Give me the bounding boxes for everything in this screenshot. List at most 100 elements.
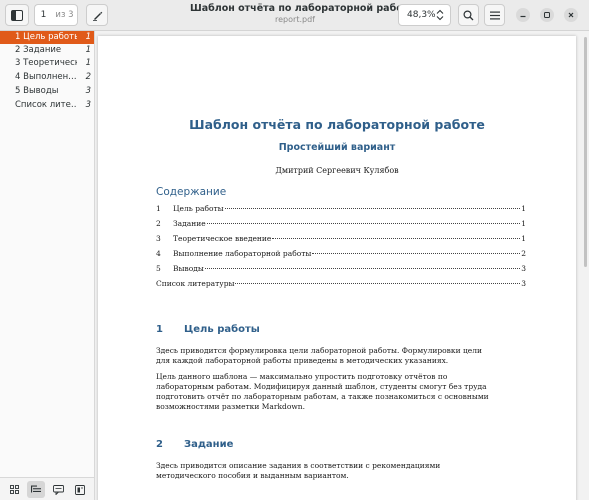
window-title-block: Шаблон отчёта по лабораторной работе rep…: [190, 3, 415, 24]
toc-row[interactable]: 2 Задание 1: [156, 219, 526, 229]
section-heading: 1 Цель работы: [156, 324, 260, 335]
outline-item[interactable]: 3 Теоретическ… 1: [0, 57, 94, 70]
outline-item-page: 1: [85, 45, 91, 55]
vertical-scrollbar[interactable]: [584, 37, 587, 497]
toc-row-text: Задание: [173, 219, 206, 228]
toc-row-text: Цель работы: [173, 204, 224, 213]
maximize-icon: [544, 12, 550, 18]
sidebar-tab-bar: [0, 477, 94, 500]
outline-item-label: 2 Задание: [15, 45, 62, 55]
paragraph: Цель данного шаблона — максимально упрос…: [156, 372, 526, 412]
attachments-tab[interactable]: [71, 481, 89, 498]
annotations-icon: [52, 484, 64, 495]
outline-item-page: 3: [85, 100, 91, 110]
zoom-value: 48,3%: [407, 10, 436, 20]
toc-row-text: Выводы: [173, 264, 204, 273]
outline-item[interactable]: 2 Задание 1: [0, 44, 94, 57]
paragraph: Здесь приводится описание задания в соот…: [156, 461, 526, 481]
outline-item[interactable]: Список лите… 3: [0, 99, 94, 112]
outline-item-page: 1: [85, 58, 91, 68]
outline-item[interactable]: 5 Выводы 3: [0, 85, 94, 98]
maximize-button[interactable]: [540, 8, 554, 22]
toc-row-number: 5: [156, 264, 161, 273]
toc-row-page: 3: [521, 279, 526, 288]
outline-tab[interactable]: [27, 481, 45, 498]
toc-row-page: 1: [521, 234, 526, 243]
outline-item-label: 3 Теоретическ…: [15, 58, 77, 68]
zoom-dropdown[interactable]: 48,3%: [398, 4, 451, 26]
toc-heading: Содержание: [156, 186, 227, 198]
toc-leader: [204, 268, 521, 269]
outline-item-page: 3: [85, 86, 91, 96]
document-subtitle: Простейший вариант: [278, 142, 396, 153]
toc-row-number: 3: [156, 234, 161, 243]
sidebar-toggle-icon: [11, 9, 23, 21]
toc-leader: [224, 208, 521, 209]
toc-row-page: 1: [521, 219, 526, 228]
page-number-input[interactable]: 1: [34, 4, 52, 26]
thumbnails-icon: [9, 485, 19, 494]
paragraph-line: для каждой лабораторной работы приведены…: [156, 356, 449, 365]
outline-item[interactable]: 4 Выполнен… 2: [0, 71, 94, 84]
toc-row[interactable]: 3 Теоретическое введение 1: [156, 234, 526, 244]
page-number-value: 1: [40, 10, 47, 20]
outline-item-page: 1: [85, 32, 91, 42]
minimize-icon: [520, 15, 526, 18]
section-heading: 2 Задание: [156, 439, 233, 450]
section-number: 2: [156, 439, 163, 450]
pdf-page: Шаблон отчёта по лабораторной работе Про…: [98, 36, 576, 500]
window-subtitle: report.pdf: [275, 15, 315, 24]
section-title: Цель работы: [184, 324, 260, 335]
paragraph-line: методического пособия и выданным вариант…: [156, 471, 349, 480]
paragraph-line: Здесь приводится формулировка цели лабор…: [156, 346, 482, 355]
toc-leader: [272, 238, 521, 239]
outline-item-label: 5 Выводы: [15, 86, 59, 96]
search-button[interactable]: [458, 4, 479, 26]
toc-row[interactable]: Список литературы 3: [156, 279, 526, 289]
outline-item-label: 4 Выполнен…: [15, 72, 77, 82]
annotate-button[interactable]: [86, 4, 108, 26]
attachments-icon: [75, 484, 85, 495]
toc-leader: [312, 253, 521, 254]
chevron-up-down-icon: [436, 9, 444, 21]
paragraph-line: Здесь приводится описание задания в соот…: [156, 461, 441, 470]
paragraph-line: возможностями разметки Markdown.: [156, 402, 305, 411]
section-number: 1: [156, 324, 163, 335]
outline-item-page: 2: [85, 72, 91, 82]
menu-icon: [489, 11, 500, 19]
outline-sidebar: 1 Цель работы 1 2 Задание 1 3 Теоретичес…: [0, 31, 95, 500]
toc-row-page: 3: [521, 264, 526, 273]
sidebar-toggle-button[interactable]: [5, 4, 29, 26]
main-menu-button[interactable]: [484, 4, 505, 26]
toc-row-text: Выполнение лабораторной работы: [173, 249, 312, 258]
outline-item[interactable]: 1 Цель работы 1: [0, 31, 94, 44]
toc-row-text: Теоретическое введение: [173, 234, 272, 243]
document-viewport[interactable]: Шаблон отчёта по лабораторной работе Про…: [95, 31, 589, 500]
toc-row-text: Список литературы: [156, 279, 235, 288]
close-icon: [568, 12, 574, 18]
toc-row[interactable]: 4 Выполнение лабораторной работы 2: [156, 249, 526, 259]
toc-row-page: 2: [521, 249, 526, 258]
outline-icon: [31, 485, 41, 493]
toc-row-number: 4: [156, 249, 161, 258]
close-button[interactable]: [564, 8, 578, 22]
window-title: Шаблон отчёта по лабораторной работе: [190, 3, 415, 14]
document-author: Дмитрий Сергеевич Кулябов: [275, 166, 399, 175]
toc-row-number: 1: [156, 204, 161, 213]
section-title: Задание: [184, 439, 234, 450]
outline-item-label: 1 Цель работы: [15, 32, 77, 42]
search-icon: [463, 9, 474, 20]
toc-row[interactable]: 1 Цель работы 1: [156, 204, 526, 214]
document-title: Шаблон отчёта по лабораторной работе: [189, 117, 485, 132]
toc-row-page: 1: [521, 204, 526, 213]
toc-leader: [206, 223, 521, 224]
paragraph-line: лабораторным работам. Модифицируя данный…: [156, 382, 487, 391]
page-count-label: из 3: [52, 4, 78, 26]
minimize-button[interactable]: [516, 8, 530, 22]
outline-item-label: Список лите…: [15, 100, 77, 110]
annotations-tab[interactable]: [49, 481, 67, 498]
paragraph: Здесь приводится формулировка цели лабор…: [156, 346, 526, 366]
toc-row[interactable]: 5 Выводы 3: [156, 264, 526, 274]
toc-leader: [235, 283, 521, 284]
thumbnails-tab[interactable]: [5, 481, 23, 498]
